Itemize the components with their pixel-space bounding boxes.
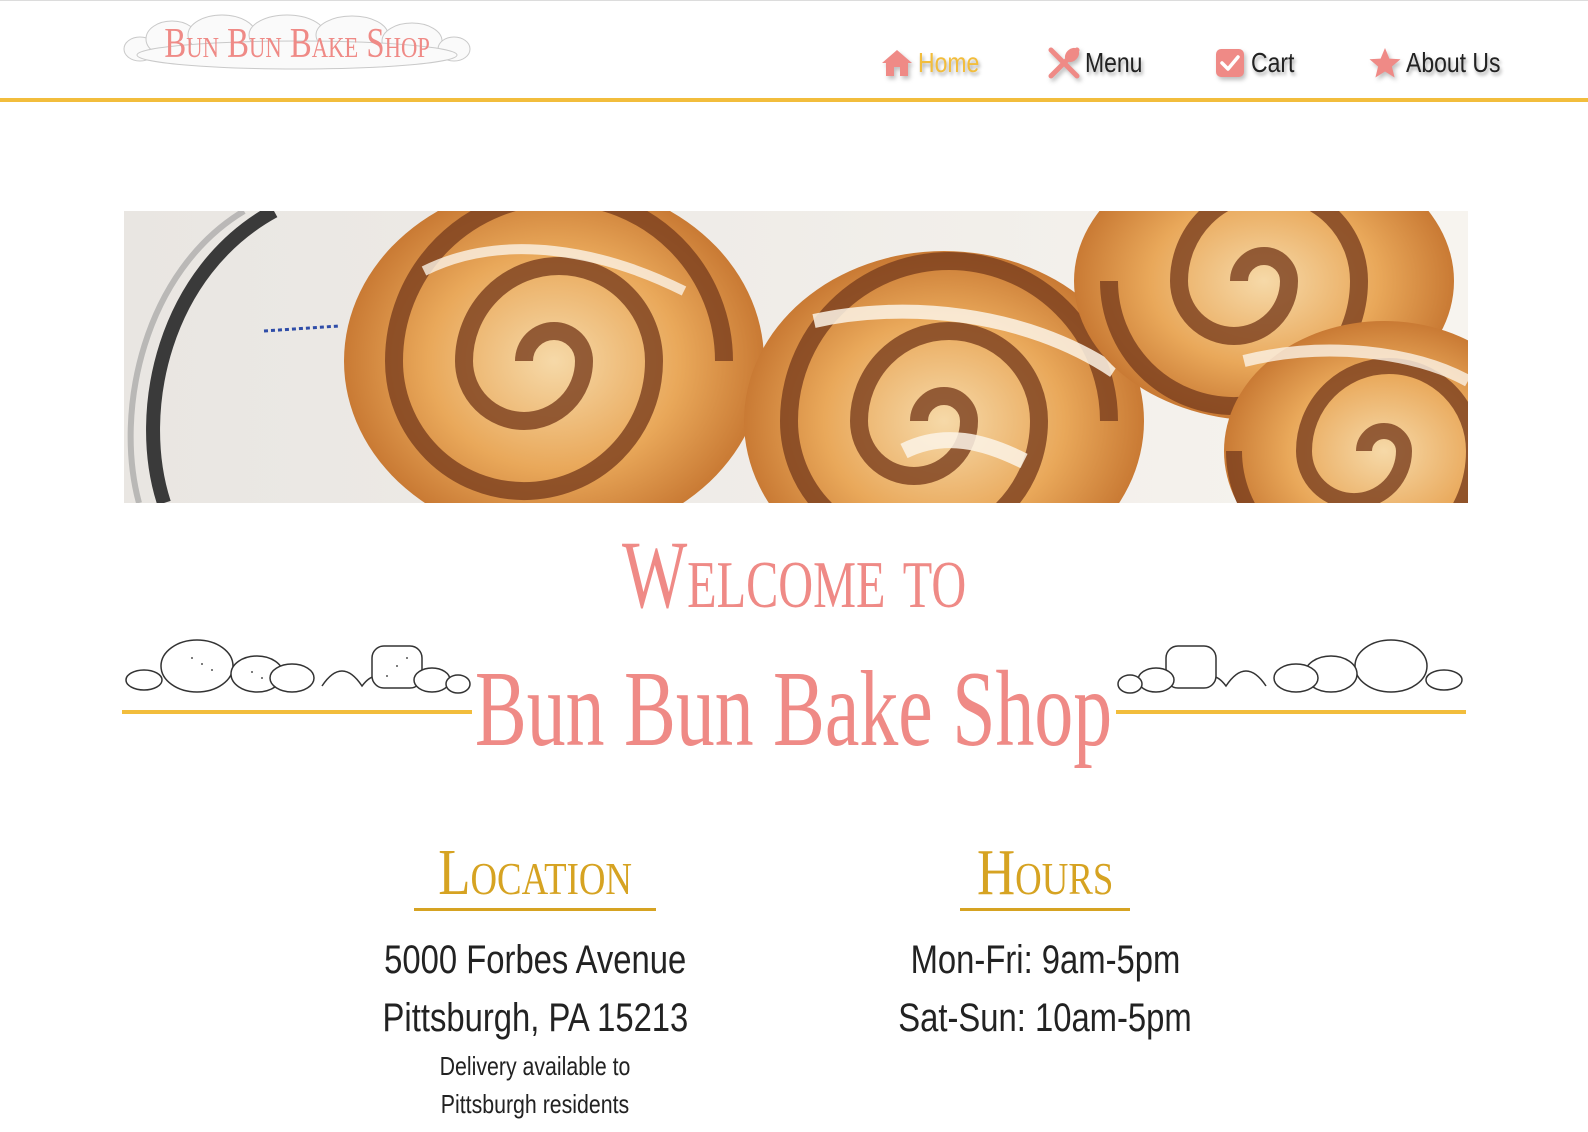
location-title: Location [413, 836, 657, 911]
nav-home[interactable]: Home [880, 43, 993, 83]
nav-menu-label: Menu [1084, 47, 1143, 78]
hours-weekday-text: Mon-Fri: 9am-5pm [910, 938, 1180, 982]
welcome-line1-text: Welcome to [621, 521, 967, 628]
checkbox-icon [1215, 49, 1244, 77]
welcome-heading-line1: Welcome to [0, 520, 1588, 630]
hours-weekend: Sat-Sun: 10am-5pm [835, 989, 1255, 1047]
main-nav: Home Menu Cart About Us [880, 41, 1521, 85]
hours-weekend-text: Sat-Sun: 10am-5pm [898, 996, 1192, 1040]
delivery-note: Delivery available to Pittsburgh residen… [365, 1047, 705, 1123]
address-line2: Pittsburgh, PA 15213 [325, 989, 745, 1047]
address-line1: 5000 Forbes Avenue [325, 931, 745, 989]
site-header: Bun Bun Bake Shop Home Menu Cart About U… [0, 0, 1588, 102]
nav-about-label: About Us [1405, 47, 1501, 78]
hero-image [124, 211, 1468, 503]
hours-title: Hours [959, 836, 1131, 911]
home-icon [882, 50, 912, 76]
welcome-heading-line2: Bun Bun Bake Shop [0, 650, 1588, 770]
location-title-text: Location [438, 836, 632, 909]
delivery-note-text: Delivery available to Pittsburgh residen… [439, 1051, 631, 1119]
nav-menu[interactable]: Menu [1047, 43, 1155, 83]
hours-weekday: Mon-Fri: 9am-5pm [835, 931, 1255, 989]
star-icon [1369, 48, 1401, 78]
address-line1-text: 5000 Forbes Avenue [383, 938, 687, 982]
site-logo[interactable]: Bun Bun Bake Shop [122, 13, 472, 75]
logo-text: Bun Bun Bake Shop [164, 21, 430, 67]
nav-cart-label: Cart [1250, 47, 1295, 78]
address-line2-text: Pittsburgh, PA 15213 [382, 996, 688, 1040]
nav-cart[interactable]: Cart [1213, 43, 1304, 83]
nav-home-label: Home [918, 47, 980, 78]
nav-about[interactable]: About Us [1368, 43, 1521, 83]
welcome-line2-text: Bun Bun Bake Shop [475, 650, 1113, 769]
utensils-icon [1048, 47, 1080, 79]
cinnamon-rolls-image [124, 211, 1468, 503]
location-section: Location 5000 Forbes Avenue Pittsburgh, … [325, 838, 745, 1123]
hours-title-text: Hours [976, 836, 1114, 909]
hours-section: Hours Mon-Fri: 9am-5pm Sat-Sun: 10am-5pm [835, 838, 1255, 1047]
